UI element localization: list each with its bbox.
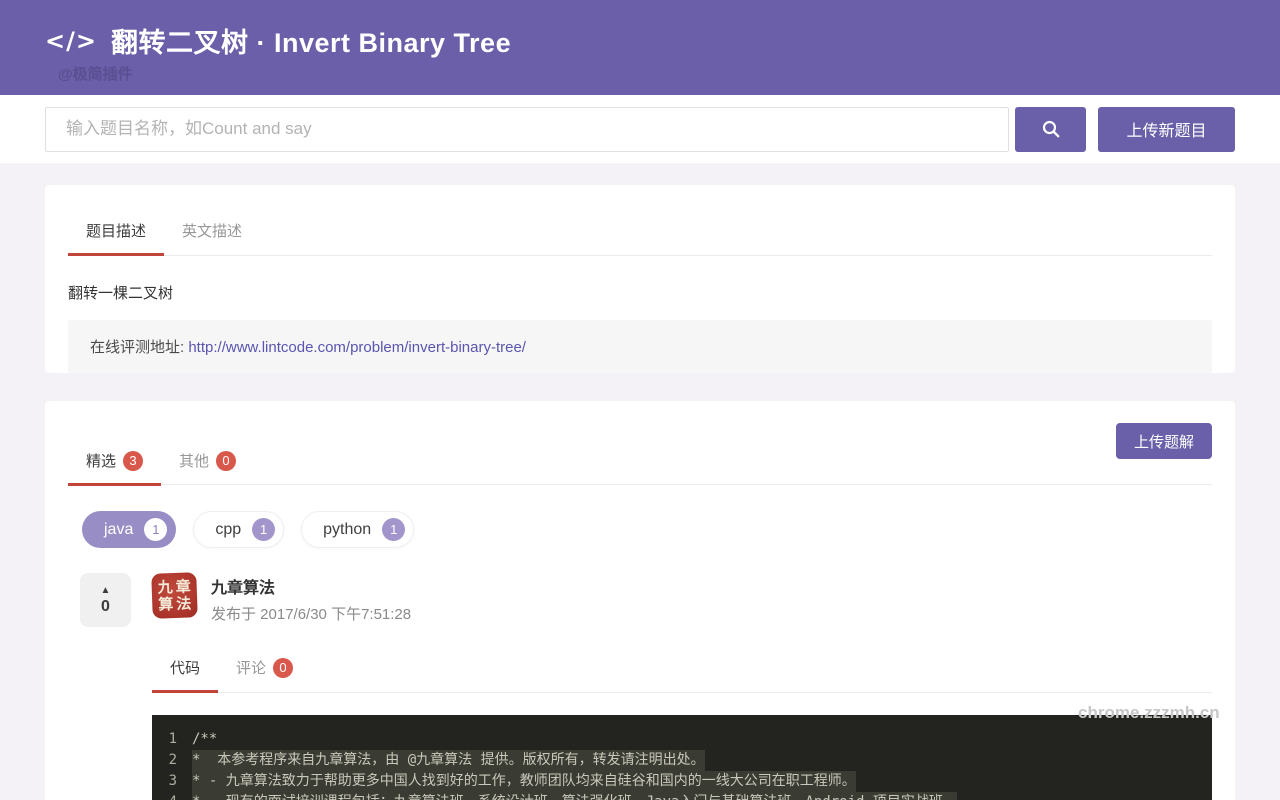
tab-code[interactable]: 代码 bbox=[152, 642, 218, 692]
code-text: * - 九章算法致力于帮助更多中国人找到好的工作，教师团队均来自硅谷和国内的一线… bbox=[192, 771, 856, 792]
comments-count-badge: 0 bbox=[273, 658, 293, 678]
code-line: 1 /** bbox=[152, 729, 1202, 750]
search-button[interactable] bbox=[1015, 107, 1086, 152]
lang-pill-python-label: python bbox=[323, 521, 371, 539]
solutions-card-head: 精选 3 其他 0 上传题解 bbox=[68, 401, 1212, 485]
tab-featured-label: 精选 bbox=[86, 450, 116, 471]
avatar-text-top: 九章 bbox=[154, 578, 194, 596]
judge-link[interactable]: http://www.lintcode.com/problem/invert-b… bbox=[188, 339, 526, 356]
code-text: /** bbox=[192, 729, 217, 750]
code-block: 1 /** 2 * 本参考程序来自九章算法，由 @九章算法 提供。版权所有，转发… bbox=[152, 715, 1212, 800]
vote-widget[interactable]: ▲ 0 bbox=[80, 573, 131, 627]
tab-code-label: 代码 bbox=[170, 657, 200, 678]
search-icon bbox=[1041, 119, 1061, 139]
solution-inner-tabs: 代码 评论 0 bbox=[152, 642, 1212, 693]
problem-card: 题目描述 英文描述 翻转一棵二叉树 在线评测地址: http://www.lin… bbox=[45, 185, 1235, 373]
solutions-tabs: 精选 3 其他 0 bbox=[68, 423, 254, 485]
tab-others[interactable]: 其他 0 bbox=[161, 435, 254, 485]
line-number: 1 bbox=[152, 729, 192, 750]
upload-problem-button[interactable]: 上传新题目 bbox=[1098, 107, 1235, 152]
author-name: 九章算法 bbox=[211, 574, 411, 598]
code-text: * 本参考程序来自九章算法，由 @九章算法 提供。版权所有，转发请注明出处。 bbox=[192, 750, 705, 771]
problem-description: 翻转一棵二叉树 bbox=[68, 256, 1212, 303]
search-bar: 上传新题目 bbox=[0, 95, 1280, 163]
tab-comments-label: 评论 bbox=[236, 657, 266, 678]
code-line: 2 * 本参考程序来自九章算法，由 @九章算法 提供。版权所有，转发请注明出处。 bbox=[152, 750, 1202, 771]
header-watermark: @极简插件 bbox=[58, 63, 133, 84]
problem-tabs: 题目描述 英文描述 bbox=[68, 185, 1212, 256]
lang-pill-cpp-count: 1 bbox=[252, 518, 275, 541]
avatar: 九章 算法 bbox=[151, 572, 198, 619]
lang-pill-java-count: 1 bbox=[144, 518, 167, 541]
tab-english-description[interactable]: 英文描述 bbox=[164, 205, 260, 255]
lang-pill-java-label: java bbox=[104, 521, 133, 539]
code-icon: </> bbox=[45, 27, 97, 55]
tab-others-label: 其他 bbox=[179, 450, 209, 471]
code-text: * - 现有的面试培训课程包括：九章算法班，系统设计班，算法强化班，Java入门… bbox=[192, 792, 957, 800]
search-input[interactable] bbox=[45, 107, 1009, 152]
judge-label: 在线评测地址: bbox=[90, 339, 188, 356]
line-number: 2 bbox=[152, 750, 192, 771]
language-filter: java 1 cpp 1 python 1 bbox=[68, 485, 1212, 548]
solution-item: ▲ 0 九章 算法 九章算法 发布于 2017/6/30 下午7:51:28 bbox=[68, 548, 1212, 800]
line-number: 3 bbox=[152, 771, 192, 792]
solutions-card: 精选 3 其他 0 上传题解 java 1 cpp 1 python bbox=[45, 401, 1235, 800]
page-title: 翻转二叉树 · Invert Binary Tree bbox=[111, 21, 511, 60]
main-content: 题目描述 英文描述 翻转一棵二叉树 在线评测地址: http://www.lin… bbox=[0, 163, 1280, 800]
author-meta: 九章算法 发布于 2017/6/30 下午7:51:28 bbox=[211, 573, 411, 624]
vote-count: 0 bbox=[101, 597, 110, 616]
lang-pill-python[interactable]: python 1 bbox=[301, 511, 414, 548]
app-header: </> 翻转二叉树 · Invert Binary Tree @极简插件 bbox=[0, 0, 1280, 95]
featured-count-badge: 3 bbox=[123, 451, 143, 471]
lang-pill-cpp[interactable]: cpp 1 bbox=[193, 511, 284, 548]
others-count-badge: 0 bbox=[216, 451, 236, 471]
publish-time: 发布于 2017/6/30 下午7:51:28 bbox=[211, 603, 411, 624]
line-number: 4 bbox=[152, 792, 192, 800]
author-row: 九章 算法 九章算法 发布于 2017/6/30 下午7:51:28 bbox=[152, 573, 1212, 624]
code-line: 3 * - 九章算法致力于帮助更多中国人找到好的工作，教师团队均来自硅谷和国内的… bbox=[152, 771, 1202, 792]
avatar-text-bottom: 算法 bbox=[155, 595, 195, 613]
tab-comments[interactable]: 评论 0 bbox=[218, 642, 311, 692]
lang-pill-cpp-label: cpp bbox=[215, 521, 241, 539]
lang-pill-java[interactable]: java 1 bbox=[82, 511, 176, 548]
tab-featured[interactable]: 精选 3 bbox=[68, 435, 161, 485]
solution-content: 九章 算法 九章算法 发布于 2017/6/30 下午7:51:28 代码 评论… bbox=[152, 573, 1212, 800]
lang-pill-python-count: 1 bbox=[382, 518, 405, 541]
upload-solution-button[interactable]: 上传题解 bbox=[1116, 423, 1212, 459]
upvote-icon[interactable]: ▲ bbox=[101, 585, 111, 597]
judge-box: 在线评测地址: http://www.lintcode.com/problem/… bbox=[68, 320, 1212, 373]
code-line: 4 * - 现有的面试培训课程包括：九章算法班，系统设计班，算法强化班，Java… bbox=[152, 792, 1202, 800]
tab-problem-description[interactable]: 题目描述 bbox=[68, 205, 164, 255]
